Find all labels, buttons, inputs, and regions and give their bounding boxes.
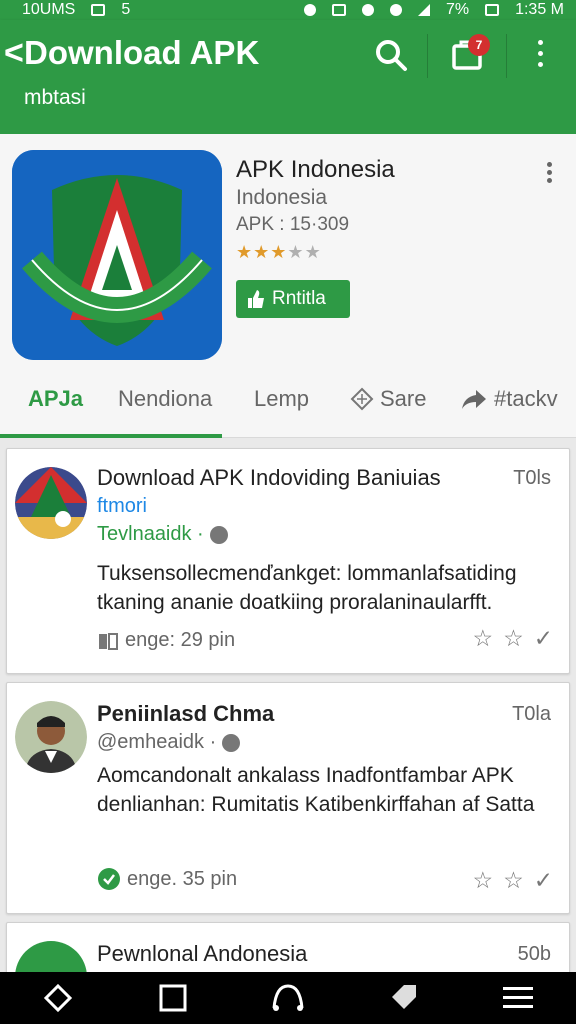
flag-avatar-icon bbox=[15, 467, 87, 539]
tab-label: Sare bbox=[380, 386, 427, 411]
star-outline-icon[interactable]: ☆ bbox=[472, 625, 493, 652]
app-name: APK Indonesia bbox=[236, 156, 395, 183]
emoji-icon bbox=[222, 733, 241, 752]
install-label: Rntitla bbox=[272, 288, 326, 309]
clock: 1:35 M bbox=[515, 1, 564, 18]
page-subtitle: mbtasi bbox=[24, 86, 86, 109]
tab-nendiona[interactable]: Nendiona bbox=[118, 386, 212, 412]
meta-text: enge. 35 pin bbox=[127, 867, 238, 890]
appbar-divider-2 bbox=[506, 34, 507, 78]
star-empty-icon: ★ bbox=[304, 242, 322, 262]
card-time: 50b bbox=[517, 943, 551, 965]
list-item[interactable]: Download APK Indoviding Baniuias T0ls ft… bbox=[6, 448, 570, 674]
book-icon bbox=[99, 632, 118, 650]
avatar bbox=[15, 467, 87, 539]
app-logo bbox=[12, 150, 222, 360]
card-handle[interactable]: Tevlnaaidk · bbox=[97, 523, 228, 546]
menu-icon[interactable] bbox=[498, 980, 538, 1016]
cart-badge: 7 bbox=[468, 34, 490, 56]
vibrate-icon bbox=[331, 4, 346, 16]
tag-icon[interactable] bbox=[383, 980, 423, 1016]
star-icon: ★ bbox=[236, 242, 254, 262]
appbar-divider bbox=[427, 34, 428, 78]
card-time: T0ls bbox=[513, 467, 551, 489]
alarm-icon bbox=[361, 4, 374, 16]
card-actions: ☆ ☆ ✓ bbox=[472, 867, 553, 894]
shield-logo-icon bbox=[12, 150, 222, 360]
status-right: 7% 1:35 M bbox=[303, 1, 564, 19]
diamond-icon bbox=[350, 387, 374, 411]
signal-icon bbox=[417, 4, 430, 16]
home-icon[interactable] bbox=[268, 980, 308, 1016]
sync-icon bbox=[389, 4, 402, 16]
card-title: Download APK Indoviding Baniuias bbox=[97, 465, 441, 490]
card-handle[interactable]: @emheaidk · bbox=[97, 731, 241, 754]
card-body: Aomcandonalt ankalass Inadfontfambar APK… bbox=[97, 764, 535, 816]
card-title: Pewnlonal Andonesia bbox=[97, 941, 308, 966]
status-left-extra: 5 bbox=[121, 1, 131, 18]
app-header: APK Indonesia Indonesia APK : 15·309 ★★★… bbox=[0, 134, 576, 372]
star-empty-icon: ★ bbox=[287, 242, 305, 262]
page-title: Download APK bbox=[24, 34, 260, 71]
app-developer[interactable]: Indonesia bbox=[236, 186, 327, 210]
star-icon: ★ bbox=[253, 242, 271, 262]
whatsapp-icon bbox=[98, 868, 120, 890]
app-bar: < Download APK mbtasi 7 bbox=[0, 20, 576, 134]
tab-tackv[interactable]: #tackv bbox=[460, 386, 558, 412]
star-outline-icon[interactable]: ☆ bbox=[503, 625, 524, 652]
more-vert-icon[interactable] bbox=[528, 40, 552, 74]
tab-label: Lemp bbox=[254, 386, 310, 411]
tab-label: Nendiona bbox=[118, 386, 213, 411]
avatar bbox=[15, 701, 87, 773]
list-item[interactable]: Peniinlasd Chma T0la @emheaidk · Aomcand… bbox=[6, 682, 570, 914]
install-button[interactable]: Rntitla bbox=[236, 280, 350, 318]
card-time: T0la bbox=[512, 703, 551, 725]
card-actions: ☆ ☆ ✓ bbox=[472, 625, 553, 652]
rating-stars: ★★★★★ bbox=[236, 242, 322, 263]
app-version: APK : 15·309 bbox=[236, 214, 350, 235]
status-left-text: 10UMS bbox=[22, 1, 76, 18]
star-icon: ★ bbox=[270, 242, 288, 262]
back-nav-icon[interactable] bbox=[38, 980, 78, 1016]
tab-label: APJa bbox=[28, 386, 84, 411]
share-arrow-icon bbox=[462, 390, 486, 409]
tab-label: #tackv bbox=[494, 386, 558, 411]
tab-indicator bbox=[0, 434, 222, 438]
tab-apja[interactable]: APJa bbox=[28, 386, 83, 412]
status-bar: 10UMS 5 7% 1:35 M bbox=[0, 0, 576, 20]
meta-text: enge: 29 pin bbox=[125, 629, 236, 651]
check-icon[interactable]: ✓ bbox=[534, 867, 553, 894]
tab-bar: APJa Nendiona Lemp Sare #tackv bbox=[0, 372, 576, 438]
card-link[interactable]: ftmori bbox=[97, 495, 147, 518]
handle-text: Tevlnaaidk · bbox=[97, 523, 204, 545]
card-meta: enge. 35 pin bbox=[97, 867, 237, 891]
overflow-icon[interactable] bbox=[544, 162, 554, 186]
check-icon[interactable]: ✓ bbox=[534, 625, 553, 652]
recents-icon[interactable] bbox=[153, 980, 193, 1016]
battery-level: 7% bbox=[445, 1, 470, 18]
search-icon[interactable] bbox=[374, 38, 408, 72]
thumbs-up-icon bbox=[248, 290, 264, 308]
status-left: 10UMS 5 bbox=[22, 1, 130, 19]
tab-lemp[interactable]: Lemp bbox=[254, 386, 309, 412]
back-icon[interactable]: < bbox=[4, 34, 24, 73]
card-body: Tuksensollecmenďankget: lommanlafsatidin… bbox=[97, 562, 517, 614]
star-outline-icon[interactable]: ☆ bbox=[503, 867, 524, 894]
battery-icon bbox=[485, 4, 500, 16]
image-icon bbox=[91, 4, 106, 16]
handle-text: @emheaidk · bbox=[97, 731, 217, 753]
person-avatar-icon bbox=[15, 701, 87, 773]
bluetooth-icon bbox=[303, 4, 316, 16]
card-title: Peniinlasd Chma bbox=[97, 701, 275, 726]
star-outline-icon[interactable]: ☆ bbox=[472, 867, 493, 894]
system-nav-bar bbox=[0, 972, 576, 1024]
card-meta: enge: 29 pin bbox=[97, 629, 235, 652]
emoji-icon bbox=[209, 525, 228, 544]
tab-share[interactable]: Sare bbox=[350, 386, 426, 412]
